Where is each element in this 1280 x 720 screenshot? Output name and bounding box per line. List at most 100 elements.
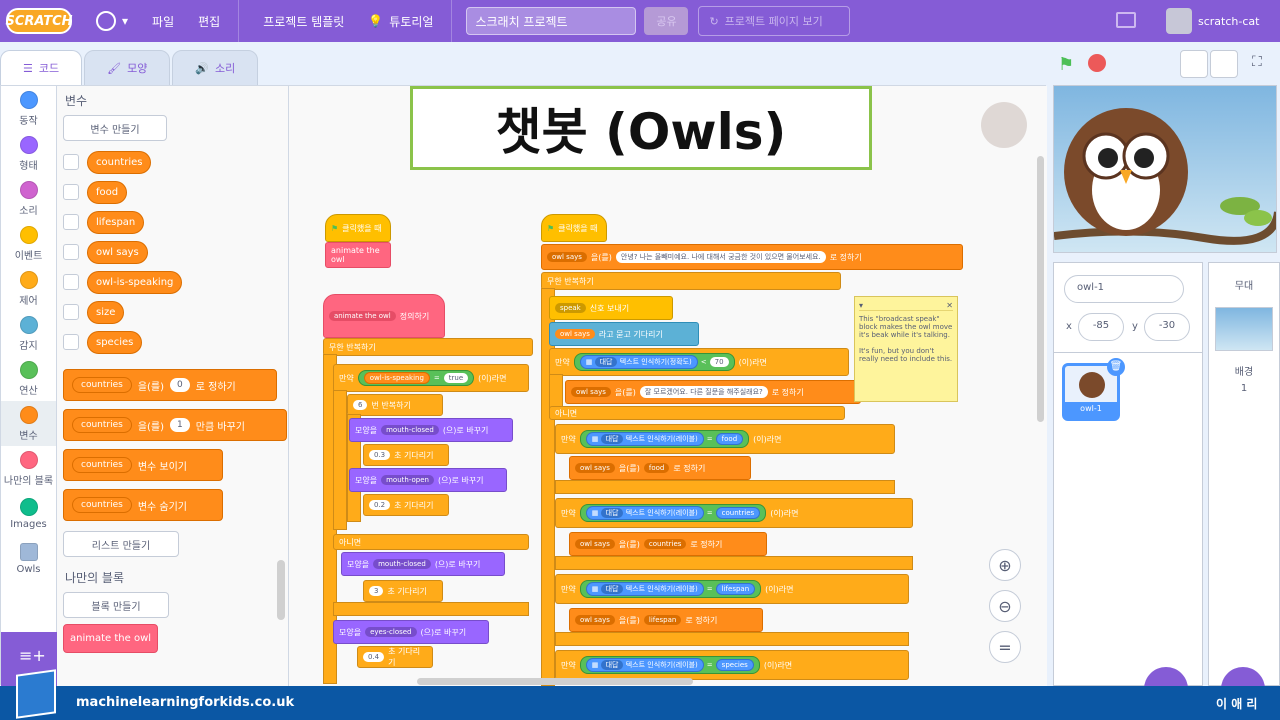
label-reporter[interactable]: species bbox=[715, 659, 754, 671]
variable-reporter[interactable]: owl-is-speaking bbox=[363, 372, 430, 384]
tab-code[interactable]: ☰ 코드 bbox=[0, 50, 83, 86]
if-else-confidence-block[interactable]: 만약 ▦ 대답 텍스트 인식하기(정확도) <70 (이)라면 bbox=[549, 348, 849, 376]
wait-input[interactable]: 0.4 bbox=[363, 652, 385, 662]
templates-menu[interactable]: 프로젝트 템플릿 bbox=[263, 13, 344, 30]
animate-owl-call-block[interactable]: animate the owl bbox=[325, 242, 391, 268]
recognise-confidence-block[interactable]: ▦ 대답 텍스트 인식하기(정확도) bbox=[579, 355, 698, 369]
confidence-input[interactable]: 70 bbox=[709, 357, 729, 367]
horizontal-scrollbar[interactable] bbox=[417, 678, 693, 685]
variable-reporter[interactable]: countries bbox=[87, 150, 152, 174]
recognise-label-block[interactable]: ▦ 대답 텍스트 인식하기(레이블) bbox=[585, 582, 704, 596]
set-owl-says-block[interactable]: owl says 을(를) lifespan 로 정하기 bbox=[569, 608, 763, 632]
set-owl-says-block[interactable]: owl says 을(를) 잘 모르겠어요. 다른 질문을 해주실래요? 로 정하기 bbox=[565, 380, 861, 404]
when-flag-clicked-block[interactable]: ⚑ 클릭했을 때 bbox=[541, 214, 607, 242]
answer-reporter[interactable]: 대답 bbox=[600, 508, 624, 518]
greeting-input[interactable]: 안녕? 나는 올빼미예요. 나에 대해서 궁금한 것이 있으면 물어보세요. bbox=[615, 251, 826, 263]
switch-costume-block[interactable]: 모양을 eyes-closed (으)로 바꾸기 bbox=[333, 620, 489, 644]
answer-reporter[interactable]: 대답 bbox=[600, 660, 624, 670]
switch-costume-block[interactable]: 모양을 mouth-open (으)로 바꾸기 bbox=[349, 468, 507, 492]
collapse-icon[interactable]: ▾ bbox=[859, 301, 863, 310]
value-input[interactable]: 1 bbox=[170, 418, 190, 432]
dontknow-input[interactable]: 잘 모르겠어요. 다른 질문을 해주실래요? bbox=[639, 386, 768, 398]
set-owl-says-block[interactable]: owl says 을(를) food 로 정하기 bbox=[569, 456, 751, 480]
tutorials-menu[interactable]: 💡 튜토리얼 bbox=[368, 13, 433, 30]
green-flag-button[interactable]: ⚑ bbox=[1058, 54, 1074, 75]
close-icon[interactable]: ✕ bbox=[946, 301, 953, 310]
zoom-in-button[interactable]: ⊕ bbox=[989, 549, 1021, 581]
zoom-reset-button[interactable]: = bbox=[989, 631, 1021, 663]
variable-reporter[interactable]: owl says bbox=[87, 240, 148, 264]
variable-reporter[interactable]: food bbox=[87, 180, 128, 204]
answer-reporter[interactable]: 대답 bbox=[600, 434, 624, 444]
delete-sprite-button[interactable]: 🗑 bbox=[1107, 358, 1125, 376]
project-title-input[interactable]: 스크래치 프로젝트 bbox=[466, 7, 637, 35]
define-block[interactable]: animate the owl 정의하기 bbox=[323, 294, 445, 338]
forever-block[interactable]: 무한 반복하기 bbox=[323, 338, 533, 356]
fullscreen-button[interactable]: ⛶ bbox=[1246, 50, 1274, 78]
equals-operator[interactable]: owl-is-speaking = true bbox=[357, 370, 475, 386]
variable-checkbox[interactable] bbox=[63, 214, 79, 230]
equals-operator[interactable]: ▦ 대답 텍스트 인식하기(레이블) = species bbox=[579, 656, 760, 674]
forever-block[interactable]: 무한 반복하기 bbox=[541, 272, 841, 290]
wait-input[interactable]: 3 bbox=[369, 586, 384, 596]
if-label-countries-block[interactable]: 만약 ▦ 대답 텍스트 인식하기(레이블) = countries (이)라면 bbox=[555, 498, 913, 528]
variable-reporter[interactable]: lifespan bbox=[87, 210, 145, 234]
tab-costumes[interactable]: 🖌 모양 bbox=[84, 50, 171, 86]
variable-checkbox[interactable] bbox=[63, 244, 79, 260]
stage-backdrop-panel[interactable]: 무대 배경 1 bbox=[1208, 262, 1280, 711]
language-menu[interactable]: ▾ bbox=[96, 11, 128, 31]
wait-input[interactable]: 0.2 bbox=[369, 500, 391, 510]
label-reporter[interactable]: lifespan bbox=[715, 583, 756, 595]
when-flag-clicked-block[interactable]: ⚑ 클릭했을 때 bbox=[325, 214, 391, 242]
make-list-button[interactable]: 리스트 만들기 bbox=[63, 531, 179, 557]
if-label-food-block[interactable]: 만약 ▦ 대답 텍스트 인식하기(레이블) = food (이)라면 bbox=[555, 424, 895, 454]
variable-reporter[interactable]: size bbox=[87, 300, 125, 324]
category-sound[interactable]: 소리 bbox=[1, 176, 56, 221]
file-menu[interactable]: 파일 bbox=[152, 13, 174, 30]
make-block-button[interactable]: 블록 만들기 bbox=[63, 592, 169, 618]
recognise-label-block[interactable]: ▦ 대답 텍스트 인식하기(레이블) bbox=[585, 432, 704, 446]
wait-input[interactable]: 0.3 bbox=[369, 450, 391, 460]
if-label-species-block[interactable]: 만약 ▦ 대답 텍스트 인식하기(레이블) = species (이)라면 bbox=[555, 650, 909, 680]
account-menu[interactable]: scratch-cat bbox=[1166, 6, 1272, 36]
category-motion[interactable]: 동작 bbox=[1, 86, 56, 131]
message-dropdown[interactable]: speak bbox=[555, 303, 586, 313]
variable-checkbox[interactable] bbox=[63, 334, 79, 350]
category-variables[interactable]: 변수 bbox=[1, 401, 56, 446]
category-owls[interactable]: Owls bbox=[1, 536, 56, 581]
stage[interactable] bbox=[1053, 85, 1277, 253]
set-variable-block[interactable]: countries 을(를) 0 로 정하기 bbox=[63, 369, 277, 401]
wait-block[interactable]: 3초 기다리기 bbox=[363, 580, 443, 602]
variable-dropdown[interactable]: owl says bbox=[575, 463, 615, 473]
backdrop-thumbnail[interactable] bbox=[1215, 307, 1273, 351]
tab-sounds[interactable]: 🔊 소리 bbox=[172, 50, 259, 86]
category-control[interactable]: 제어 bbox=[1, 266, 56, 311]
variable-dropdown[interactable]: owl says bbox=[571, 387, 611, 397]
variable-dropdown[interactable]: owl says bbox=[575, 615, 615, 625]
variable-reporter[interactable]: owl-is-speaking bbox=[87, 270, 183, 294]
sprite-thumbnail-selected[interactable]: owl-1 🗑 bbox=[1062, 358, 1125, 421]
ask-and-wait-block[interactable]: owl says 라고 묻고 기다리기 bbox=[549, 322, 699, 346]
equals-operator[interactable]: ▦ 대답 텍스트 인식하기(레이블) = food bbox=[579, 430, 750, 448]
palette-scrollbar[interactable] bbox=[277, 560, 285, 620]
broadcast-block[interactable]: speak 신호 보내기 bbox=[549, 296, 673, 320]
variable-checkbox[interactable] bbox=[63, 304, 79, 320]
show-variable-block[interactable]: countries 변수 보이기 bbox=[63, 449, 223, 481]
hide-variable-block[interactable]: countries 변수 숨기기 bbox=[63, 489, 223, 521]
wait-block[interactable]: 0.3 초 기다리기 bbox=[363, 444, 449, 466]
variable-dropdown[interactable]: owl says bbox=[547, 252, 587, 262]
category-images[interactable]: Images bbox=[1, 491, 56, 536]
answer-reporter[interactable]: 대답 bbox=[594, 357, 618, 367]
set-owl-says-block[interactable]: owl says 을(를) 안녕? 나는 올빼미예요. 나에 대해서 궁금한 것이 … bbox=[541, 244, 963, 270]
category-my-blocks[interactable]: 나만의 블록 bbox=[1, 446, 56, 491]
wait-block[interactable]: 0.2 초 기다리기 bbox=[363, 494, 449, 516]
if-label-lifespan-block[interactable]: 만약 ▦ 대답 텍스트 인식하기(레이블) = lifespan (이)라면 bbox=[555, 574, 909, 604]
value-input[interactable]: 0 bbox=[170, 378, 190, 392]
value-input[interactable]: true bbox=[443, 373, 469, 383]
repeat-count-input[interactable]: 6 bbox=[353, 400, 368, 410]
wait-block[interactable]: 0.4 초 기다리기 bbox=[357, 646, 433, 668]
label-reporter[interactable]: countries bbox=[715, 507, 761, 519]
comment-note[interactable]: ▾ ✕ This "broadcast speak" block makes th… bbox=[854, 296, 958, 402]
category-operators[interactable]: 연산 bbox=[1, 356, 56, 401]
costume-dropdown[interactable]: mouth-open bbox=[381, 475, 434, 485]
